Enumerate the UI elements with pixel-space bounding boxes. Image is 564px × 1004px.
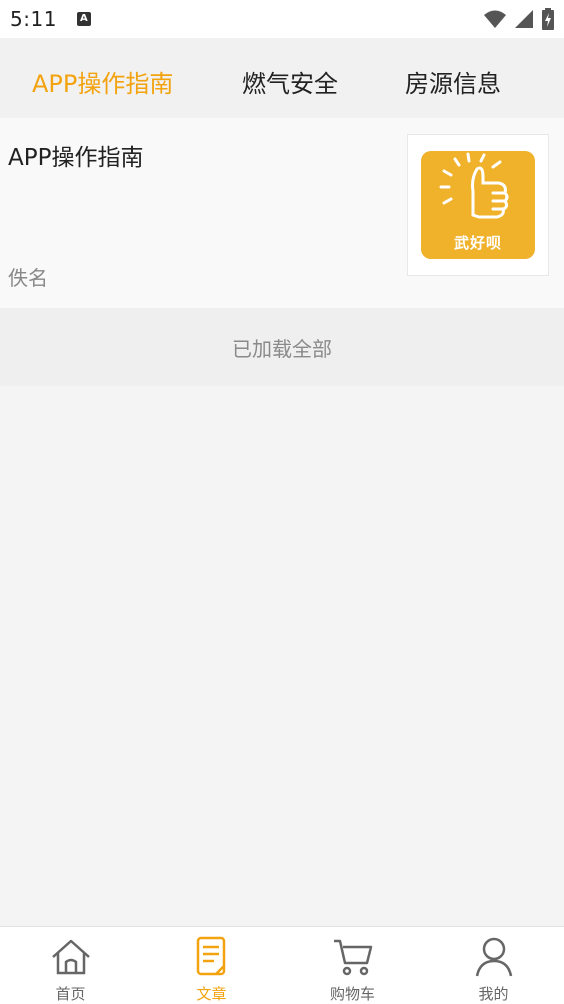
article-list-item[interactable]: APP操作指南 佚名 武好呗 bbox=[0, 118, 564, 308]
status-icons bbox=[484, 8, 554, 30]
nav-home-label: 首页 bbox=[55, 985, 86, 1003]
cart-icon bbox=[333, 939, 372, 976]
home-icon bbox=[51, 939, 90, 975]
nav-cart-label: 购物车 bbox=[329, 985, 375, 1003]
article-title: APP操作指南 bbox=[8, 145, 144, 171]
status-bar: 5:11 A bbox=[0, 0, 564, 38]
wifi-icon bbox=[484, 10, 506, 28]
nav-mine-label: 我的 bbox=[478, 985, 509, 1003]
nav-article[interactable]: 文章 bbox=[141, 927, 282, 1004]
a-icon: A bbox=[76, 12, 91, 26]
tab-housing-info[interactable]: 房源信息 bbox=[405, 64, 501, 99]
nav-cart[interactable]: 购物车 bbox=[282, 927, 423, 1004]
article-icon bbox=[196, 936, 225, 976]
tab-gas-safety[interactable]: 燃气安全 bbox=[242, 64, 338, 99]
article-thumbnail: 武好呗 bbox=[407, 134, 549, 276]
article-author: 佚名 bbox=[8, 266, 48, 290]
thumbs-up-icon bbox=[439, 152, 509, 219]
thumbnail-caption: 武好呗 bbox=[453, 234, 502, 252]
list-end-indicator: 已加载全部 bbox=[0, 308, 564, 386]
app-screen: 5:11 A APP操作指南 燃气安全 房源信息 APP操作指南 佚名 武好呗 … bbox=[0, 0, 564, 1004]
thumbnail-badge: 武好呗 bbox=[421, 151, 535, 259]
nav-home[interactable]: 首页 bbox=[0, 927, 141, 1004]
cellular-signal-icon bbox=[515, 10, 533, 28]
user-icon bbox=[475, 937, 512, 977]
category-tabs: APP操作指南 燃气安全 房源信息 bbox=[0, 38, 564, 118]
battery-charging-icon bbox=[542, 8, 554, 30]
bottom-nav: 首页 文章 购物车 我的 bbox=[0, 926, 564, 1004]
status-time: 5:11 bbox=[10, 7, 57, 31]
nav-mine[interactable]: 我的 bbox=[423, 927, 564, 1004]
tab-app-guide[interactable]: APP操作指南 bbox=[32, 64, 173, 99]
nav-article-label: 文章 bbox=[196, 985, 227, 1003]
